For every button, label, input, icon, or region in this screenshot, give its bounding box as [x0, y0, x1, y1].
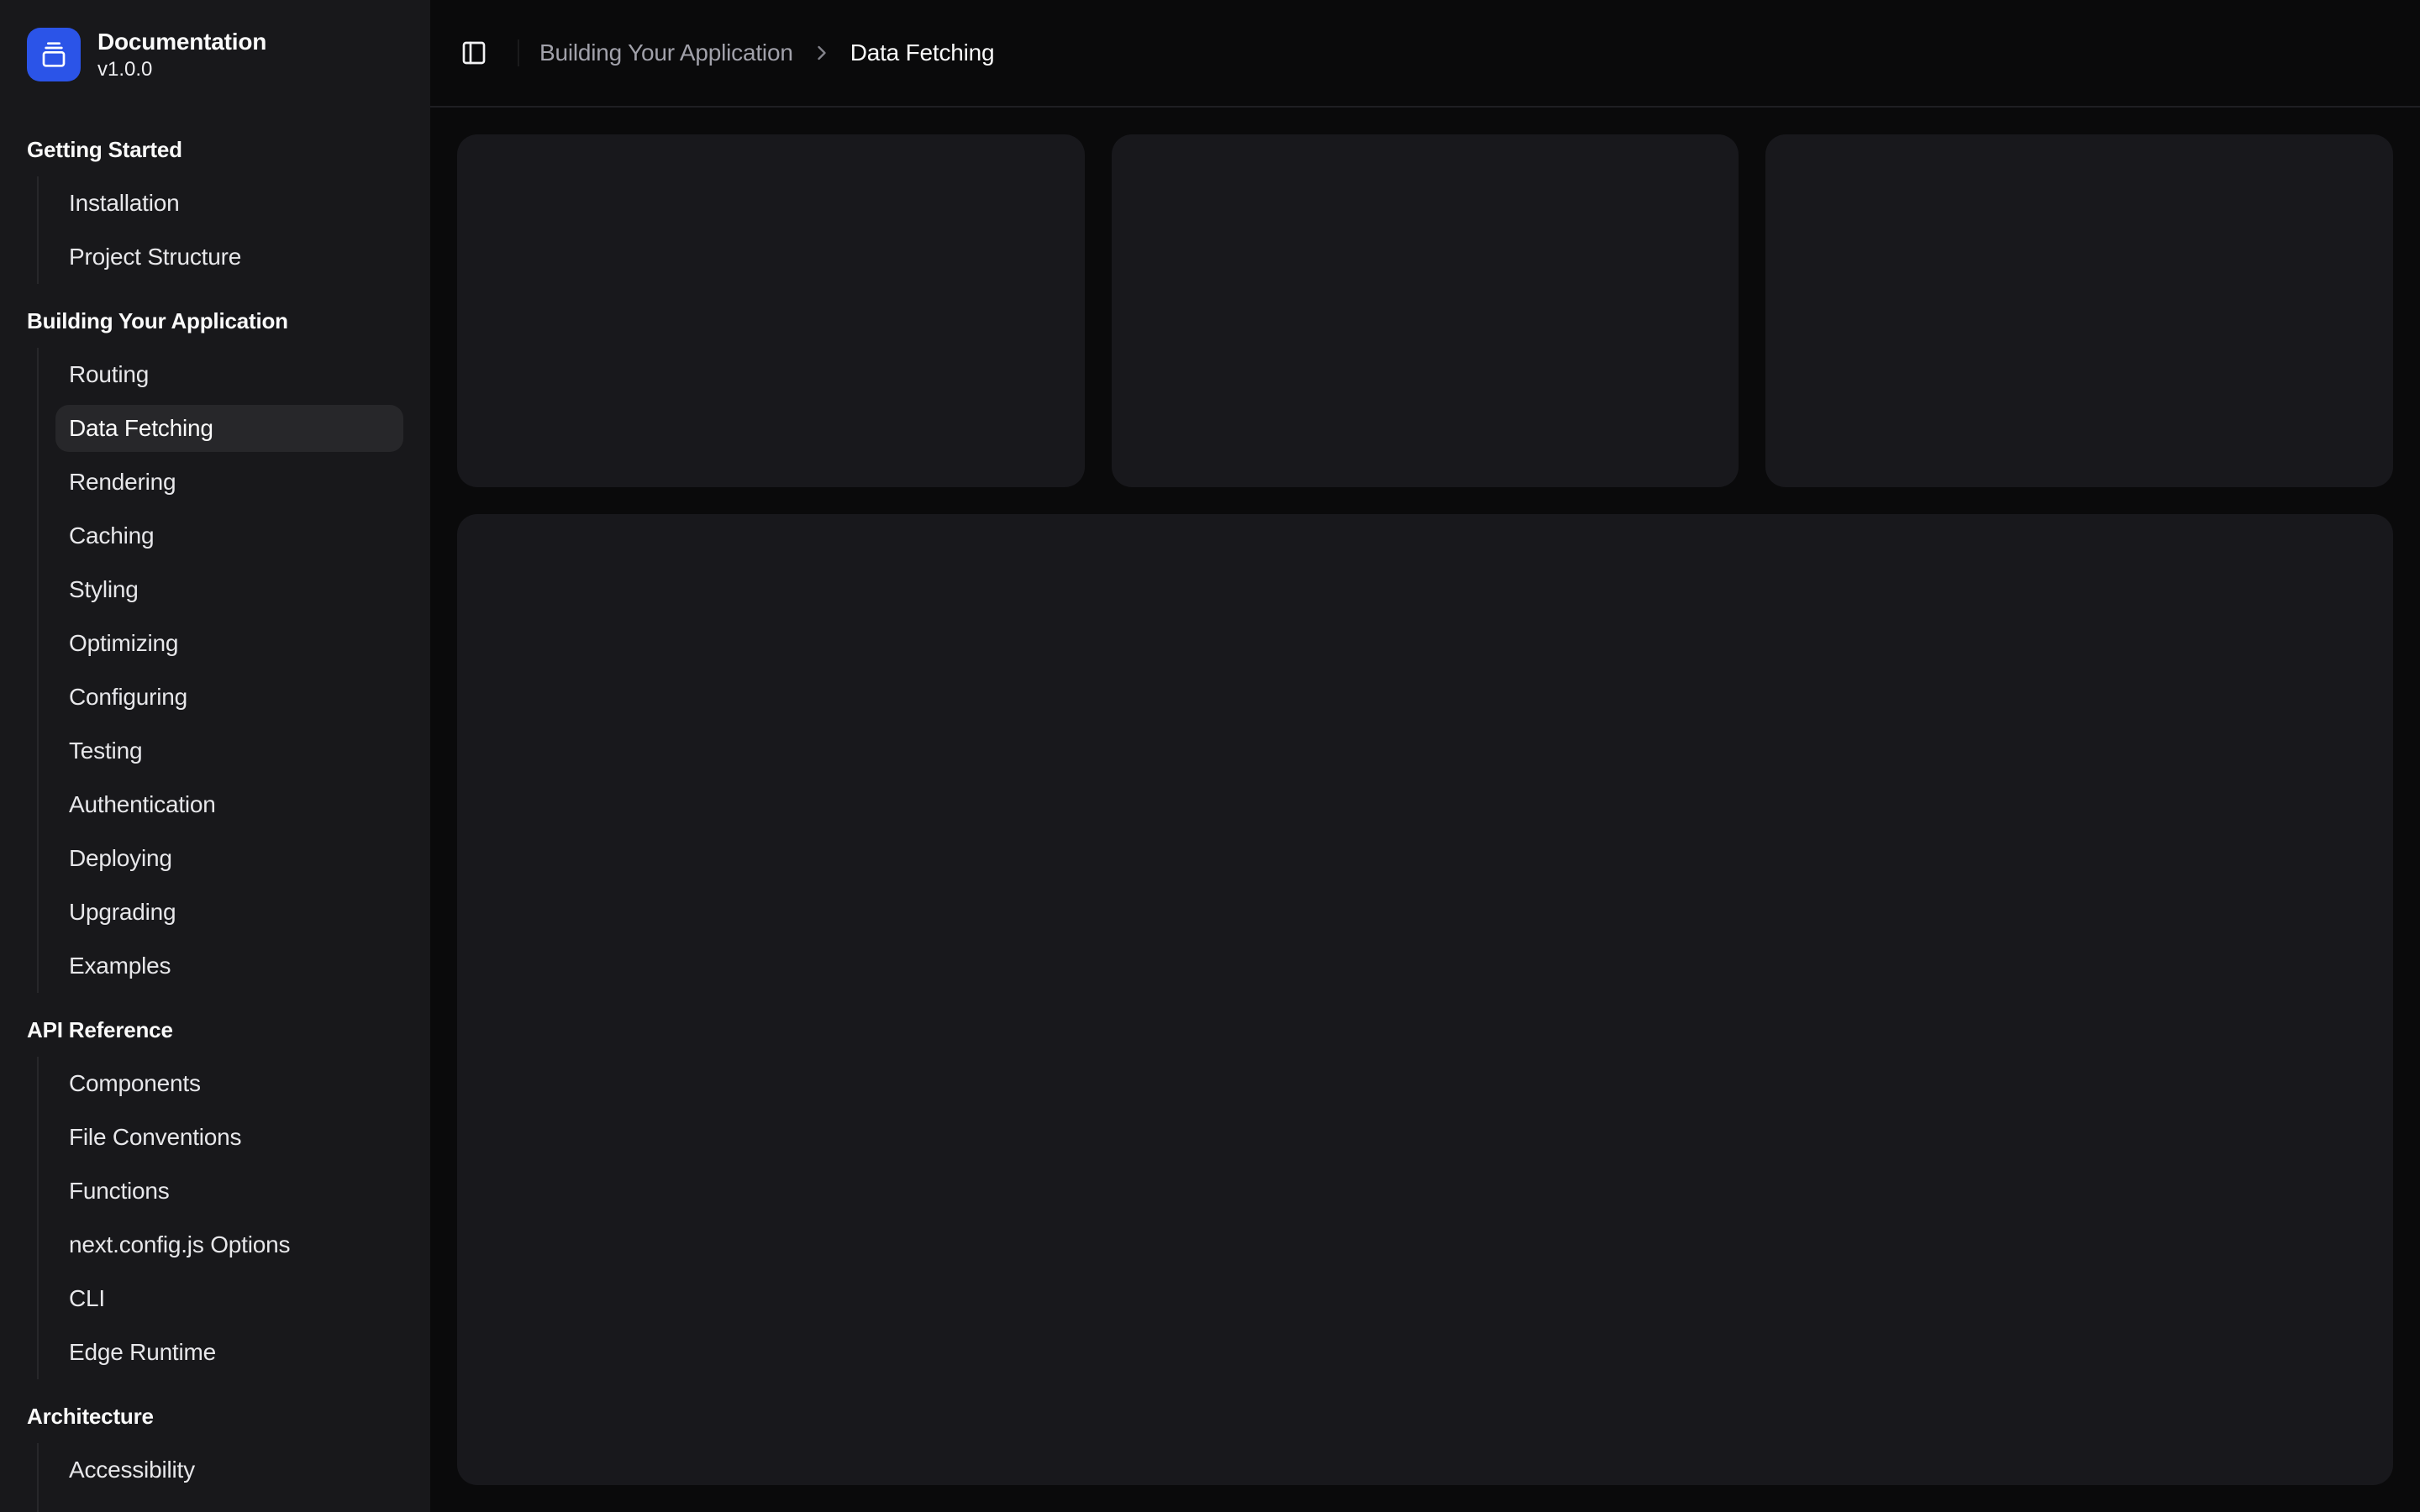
sidebar-menu-item: Functions	[55, 1168, 403, 1215]
sidebar-group-building-your-application: Building Your ApplicationRouting Data Fet…	[13, 294, 417, 993]
sidebar-group-items: Accessibility Fast Refresh	[37, 1443, 403, 1512]
sidebar-group-api-reference: API ReferenceComponents File Conventions F…	[13, 1003, 417, 1379]
sidebar-item-components[interactable]: Components	[55, 1060, 403, 1107]
sidebar-menu-item: Caching	[55, 512, 403, 559]
sidebar-toggle-button[interactable]	[450, 29, 497, 76]
sidebar-item-routing[interactable]: Routing	[55, 351, 403, 398]
sidebar-group-label-architecture[interactable]: Architecture	[13, 1389, 417, 1443]
panel-left-icon	[460, 39, 487, 66]
sidebar-menu-item: Edge Runtime	[55, 1329, 403, 1376]
sidebar-menu-item: Fast Refresh	[55, 1500, 403, 1512]
main-area: Building Your Application Data Fetching	[430, 0, 2420, 1512]
sidebar-item-examples[interactable]: Examples	[55, 942, 403, 990]
sidebar-menu-item: Authentication	[55, 781, 403, 828]
header: Building Your Application Data Fetching	[430, 0, 2420, 108]
gallery-vertical-end-icon	[40, 41, 67, 68]
sidebar-item-caching[interactable]: Caching	[55, 512, 403, 559]
sidebar-item-data-fetching[interactable]: Data Fetching	[55, 405, 403, 452]
sidebar-menu-item: Deploying	[55, 835, 403, 882]
breadcrumb: Building Your Application Data Fetching	[539, 39, 994, 66]
sidebar-item-testing[interactable]: Testing	[55, 727, 403, 774]
placeholder-card	[1112, 134, 1739, 487]
placeholder-cards-row	[457, 134, 2393, 487]
sidebar-menu-item: Installation	[55, 180, 403, 227]
sidebar-menu-item: Examples	[55, 942, 403, 990]
sidebar-item-rendering[interactable]: Rendering	[55, 459, 403, 506]
app-identity: Documentation v1.0.0	[97, 27, 266, 82]
sidebar-menu-item: Accessibility	[55, 1446, 403, 1494]
header-separator	[518, 39, 519, 66]
app-title: Documentation	[97, 27, 266, 57]
sidebar: Documentation v1.0.0 Getting StartedInst…	[0, 0, 430, 1512]
sidebar-item-functions[interactable]: Functions	[55, 1168, 403, 1215]
sidebar-group-items: Routing Data Fetching Rendering Caching Styl…	[37, 348, 403, 993]
placeholder-card	[1765, 134, 2393, 487]
sidebar-item-edge-runtime[interactable]: Edge Runtime	[55, 1329, 403, 1376]
sidebar-group-items: Installation Project Structure	[37, 176, 403, 284]
sidebar-item-accessibility[interactable]: Accessibility	[55, 1446, 403, 1494]
sidebar-menu-item: Data Fetching	[55, 405, 403, 452]
sidebar-group-items: Components File Conventions Functions next.…	[37, 1057, 403, 1379]
sidebar-group-getting-started: Getting StartedInstallation Project Struc…	[13, 123, 417, 284]
app-root: Documentation v1.0.0 Getting StartedInst…	[0, 0, 2420, 1512]
sidebar-group-architecture: ArchitectureAccessibility Fast Refresh	[13, 1389, 417, 1512]
sidebar-item-installation[interactable]: Installation	[55, 180, 403, 227]
sidebar-item-styling[interactable]: Styling	[55, 566, 403, 613]
sidebar-nav: Getting StartedInstallation Project Struc…	[0, 96, 430, 1512]
sidebar-group-label-getting-started[interactable]: Getting Started	[13, 123, 417, 176]
breadcrumb-parent-link[interactable]: Building Your Application	[539, 39, 793, 66]
sidebar-menu-item: Rendering	[55, 459, 403, 506]
sidebar-item-project-structure[interactable]: Project Structure	[55, 234, 403, 281]
sidebar-menu-item: Optimizing	[55, 620, 403, 667]
sidebar-menu-item: Routing	[55, 351, 403, 398]
sidebar-item-cli[interactable]: CLI	[55, 1275, 403, 1322]
sidebar-item-deploying[interactable]: Deploying	[55, 835, 403, 882]
sidebar-menu-item: Testing	[55, 727, 403, 774]
sidebar-item-file-conventions[interactable]: File Conventions	[55, 1114, 403, 1161]
sidebar-item-authentication[interactable]: Authentication	[55, 781, 403, 828]
sidebar-menu-item: Project Structure	[55, 234, 403, 281]
sidebar-menu-item: CLI	[55, 1275, 403, 1322]
sidebar-item-optimizing[interactable]: Optimizing	[55, 620, 403, 667]
sidebar-item-configuring[interactable]: Configuring	[55, 674, 403, 721]
sidebar-menu-item: File Conventions	[55, 1114, 403, 1161]
sidebar-menu-item: Styling	[55, 566, 403, 613]
placeholder-panel	[457, 514, 2393, 1485]
sidebar-group-label-building-your-application[interactable]: Building Your Application	[13, 294, 417, 348]
sidebar-header-button[interactable]: Documentation v1.0.0	[13, 13, 417, 96]
sidebar-item-upgrading[interactable]: Upgrading	[55, 889, 403, 936]
sidebar-item-next-config-js-options[interactable]: next.config.js Options	[55, 1221, 403, 1268]
sidebar-menu-item: next.config.js Options	[55, 1221, 403, 1268]
app-logo	[27, 28, 81, 81]
placeholder-card	[457, 134, 1085, 487]
app-version: v1.0.0	[97, 57, 266, 82]
content	[430, 108, 2420, 1512]
sidebar-menu-item: Configuring	[55, 674, 403, 721]
chevron-right-icon	[810, 41, 834, 65]
breadcrumb-current-page: Data Fetching	[850, 39, 995, 66]
sidebar-menu-item: Upgrading	[55, 889, 403, 936]
sidebar-menu-item: Components	[55, 1060, 403, 1107]
sidebar-group-label-api-reference[interactable]: API Reference	[13, 1003, 417, 1057]
sidebar-item-fast-refresh[interactable]: Fast Refresh	[55, 1500, 403, 1512]
